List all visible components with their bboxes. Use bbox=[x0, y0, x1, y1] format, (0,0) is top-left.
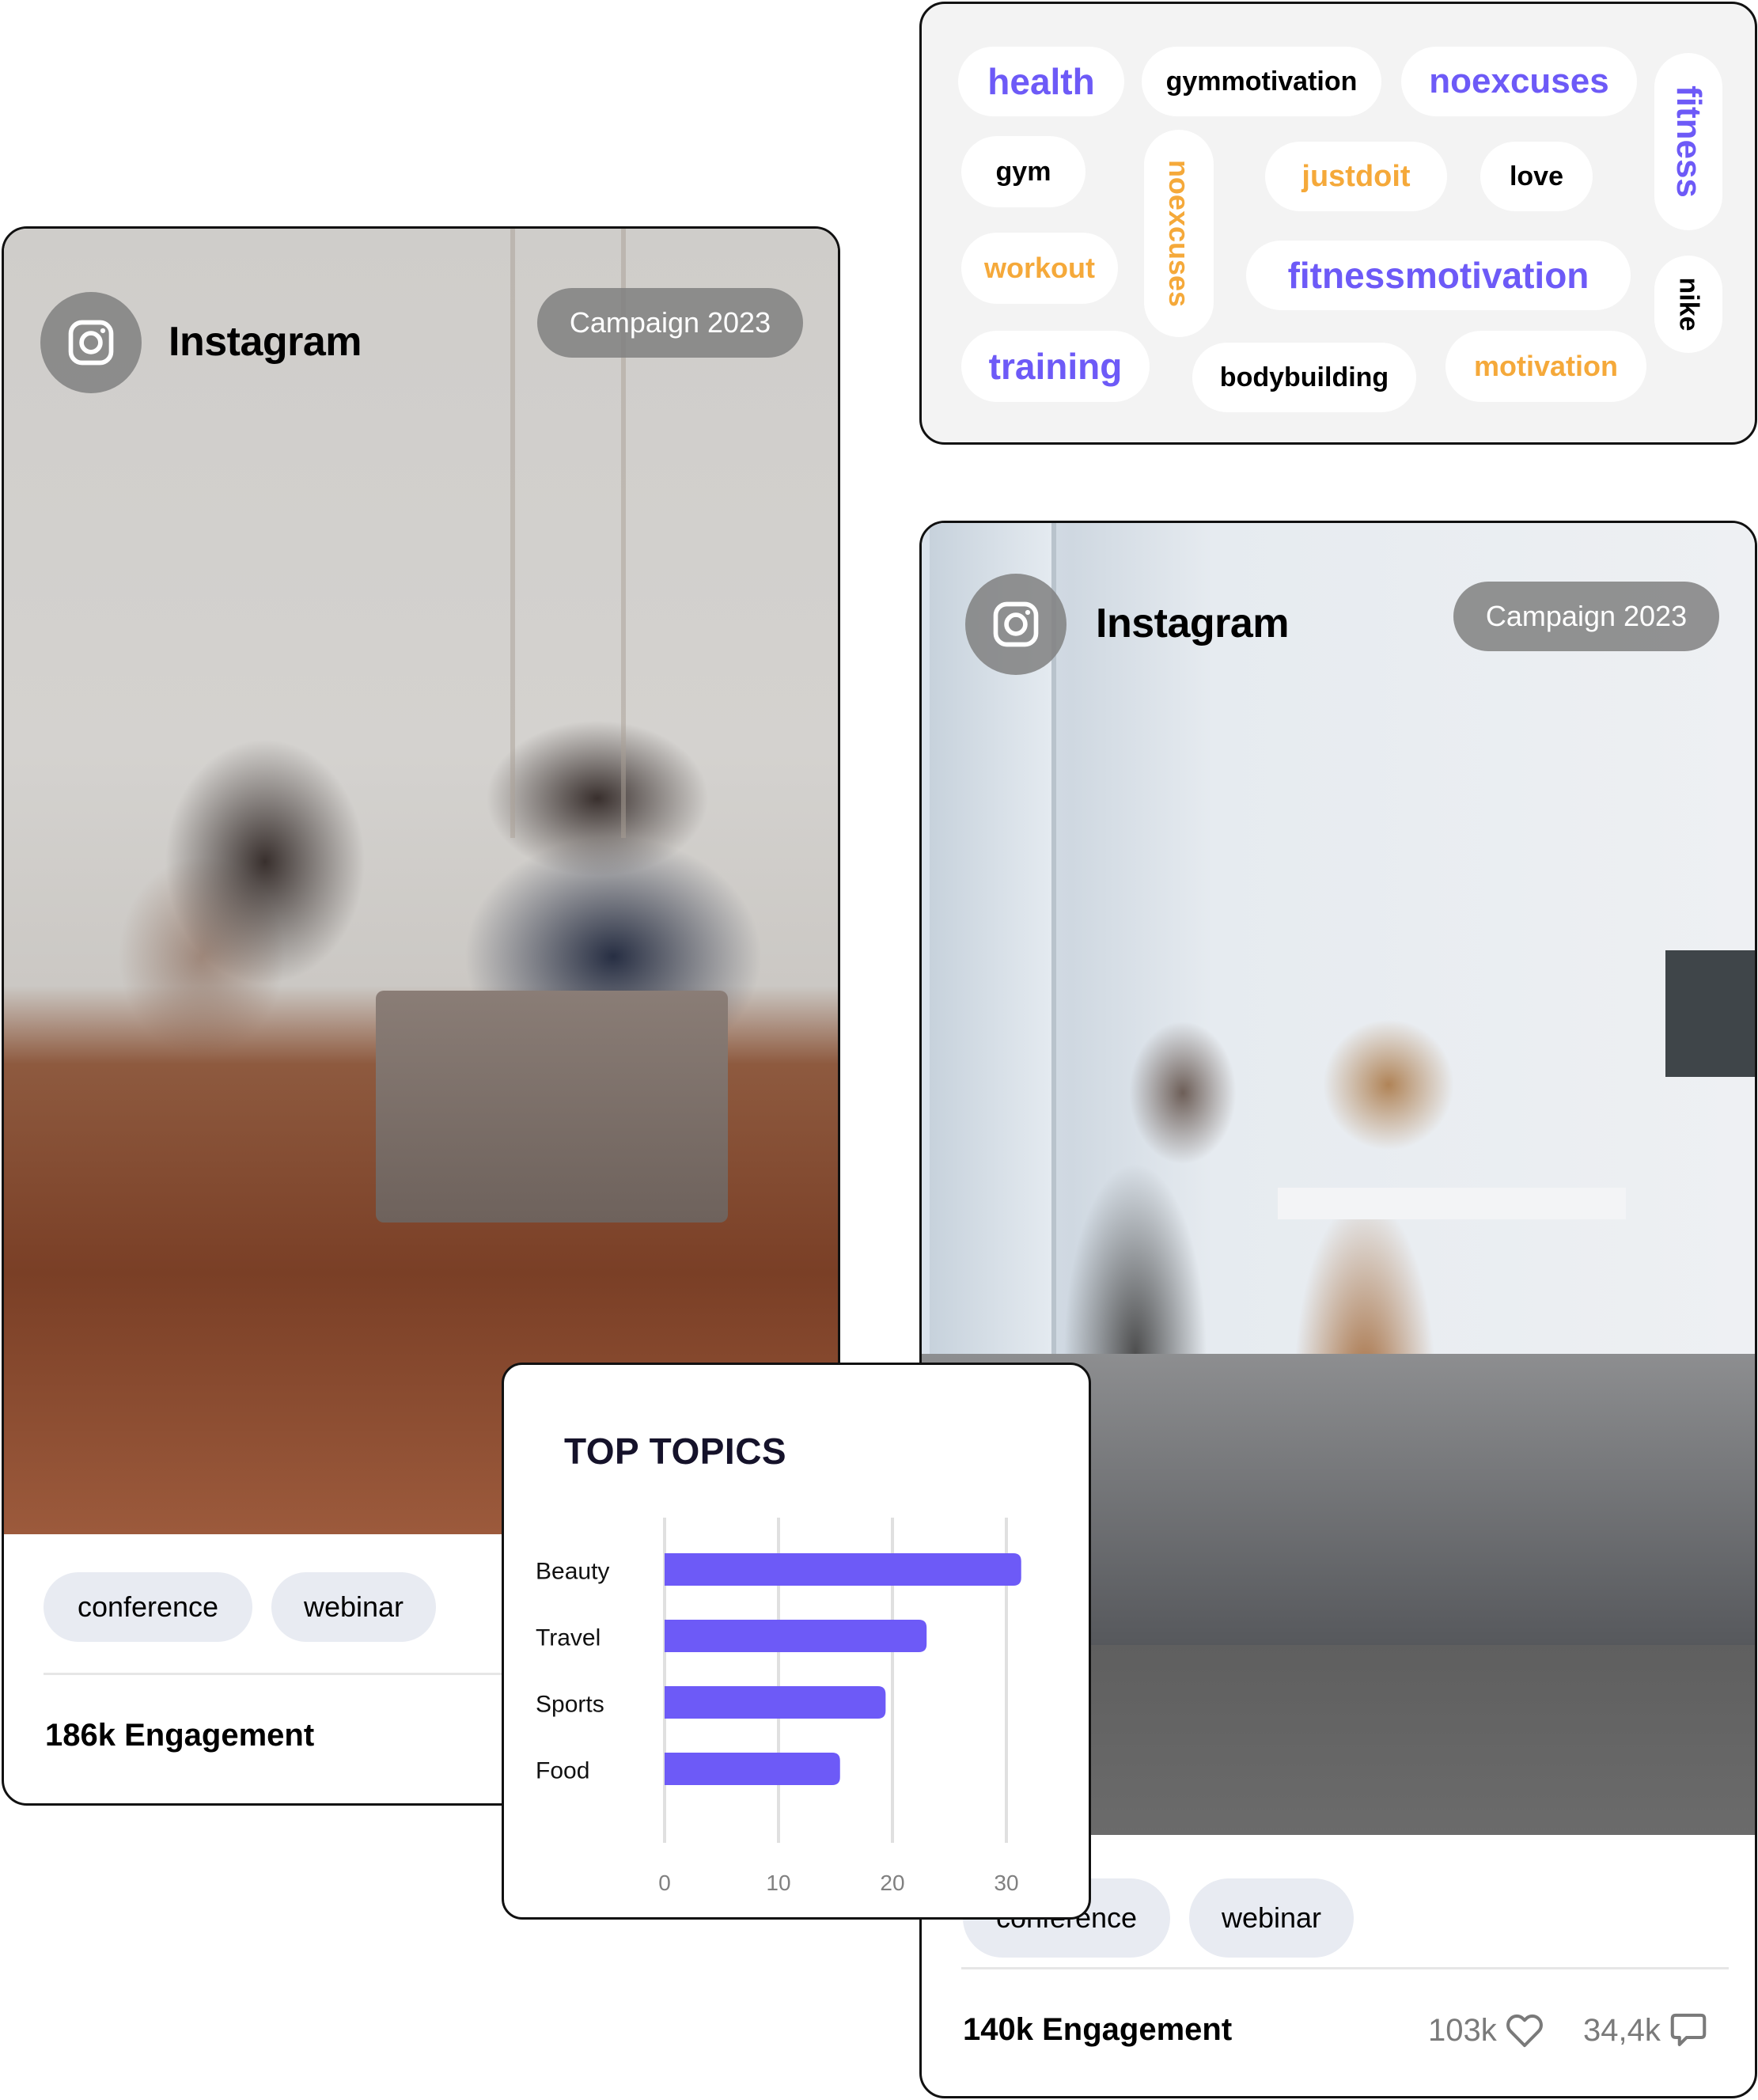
platform-name: Instagram bbox=[169, 319, 362, 365]
hashtag-label: motivation bbox=[1473, 350, 1618, 382]
hashtag-label: fitness bbox=[1669, 85, 1709, 198]
x-tick-label: 0 bbox=[658, 1871, 671, 1895]
bar-food[interactable] bbox=[665, 1753, 840, 1785]
heart-icon bbox=[1506, 2014, 1543, 2048]
hashtag-label: fitnessmotivation bbox=[1287, 255, 1589, 296]
comments-stat[interactable]: 34,4k bbox=[1583, 2009, 1710, 2052]
x-tick-label: 10 bbox=[766, 1871, 790, 1895]
laptop-shape bbox=[376, 991, 728, 1222]
hashtag-tag[interactable]: noexcuses bbox=[1144, 130, 1214, 337]
wall-panel-line bbox=[510, 229, 515, 838]
post-photo bbox=[4, 229, 838, 1534]
category-label: Food bbox=[536, 1758, 589, 1784]
hashtag-label: justdoit bbox=[1301, 159, 1411, 193]
category-label: Beauty bbox=[536, 1559, 609, 1585]
category-label: Sports bbox=[536, 1692, 604, 1718]
hashtag-tag[interactable]: health bbox=[958, 47, 1124, 116]
likes-stat[interactable]: 103k bbox=[1428, 2009, 1546, 2052]
x-tick-label: 20 bbox=[880, 1871, 904, 1895]
bar-beauty[interactable] bbox=[665, 1553, 1021, 1586]
platform-name: Instagram bbox=[1096, 601, 1290, 646]
bar-travel[interactable] bbox=[665, 1620, 927, 1652]
category-label: Travel bbox=[536, 1625, 601, 1651]
hashtag-tag[interactable]: fitnessmotivation bbox=[1246, 241, 1631, 310]
hashtag-label: love bbox=[1509, 161, 1564, 191]
tag-chip[interactable]: webinar bbox=[271, 1572, 436, 1642]
hashtag-label: gymmotivation bbox=[1165, 66, 1358, 97]
hashtag-cloud-card: health gymmotivation noexcuses fitness g… bbox=[919, 2, 1757, 445]
hashtag-tag[interactable]: gymmotivation bbox=[1142, 47, 1381, 116]
instagram-badge bbox=[40, 292, 142, 393]
hashtag-tag[interactable]: love bbox=[1480, 142, 1593, 211]
hashtag-label: nike bbox=[1673, 277, 1704, 332]
comment-icon bbox=[1670, 2013, 1707, 2047]
tag-chip[interactable]: webinar bbox=[1189, 1878, 1354, 1958]
campaign-badge: Campaign 2023 bbox=[537, 288, 803, 358]
hashtag-label: health bbox=[987, 61, 1095, 102]
hashtag-label: workout bbox=[984, 252, 1095, 284]
hashtag-tag[interactable]: workout bbox=[961, 233, 1118, 304]
hashtag-label: noexcuses bbox=[1163, 159, 1196, 308]
hashtag-label: gym bbox=[995, 156, 1051, 187]
likes-count: 103k bbox=[1428, 2012, 1497, 2048]
instagram-badge bbox=[965, 574, 1067, 675]
hashtag-tag[interactable]: noexcuses bbox=[1401, 47, 1637, 116]
campaign-badge: Campaign 2023 bbox=[1453, 582, 1719, 651]
hashtag-tag[interactable]: training bbox=[961, 331, 1150, 402]
engagement-count: 140k Engagement bbox=[963, 2012, 1233, 2047]
divider bbox=[961, 1967, 1729, 1969]
bar-chart: 0 10 20 30 Beauty Travel Sports Food bbox=[536, 1518, 1021, 1895]
bar-sports[interactable] bbox=[665, 1686, 886, 1719]
hashtag-tag[interactable]: motivation bbox=[1445, 331, 1646, 402]
instagram-icon bbox=[993, 601, 1039, 647]
comments-count: 34,4k bbox=[1583, 2012, 1661, 2048]
hashtag-tag[interactable]: fitness bbox=[1654, 53, 1722, 230]
hashtag-tag[interactable]: bodybuilding bbox=[1192, 343, 1416, 412]
hashtag-tag[interactable]: justdoit bbox=[1265, 142, 1447, 211]
tv-screen-shape bbox=[1665, 950, 1755, 1077]
hashtag-tag[interactable]: nike bbox=[1654, 256, 1722, 353]
top-topics-chart-card: TOP TOPICS 0 10 20 30 Beauty Travel Sports Food bbox=[502, 1363, 1091, 1920]
table-shape bbox=[1278, 1188, 1626, 1219]
instagram-icon bbox=[68, 320, 114, 366]
engagement-count: 186k Engagement bbox=[45, 1718, 315, 1753]
hashtag-label: bodybuilding bbox=[1219, 362, 1389, 392]
hashtag-label: noexcuses bbox=[1429, 62, 1609, 100]
tag-chip[interactable]: conference bbox=[44, 1572, 252, 1642]
hashtag-tag[interactable]: gym bbox=[961, 136, 1085, 207]
hashtag-label: training bbox=[988, 346, 1123, 387]
x-tick-label: 30 bbox=[994, 1871, 1018, 1895]
